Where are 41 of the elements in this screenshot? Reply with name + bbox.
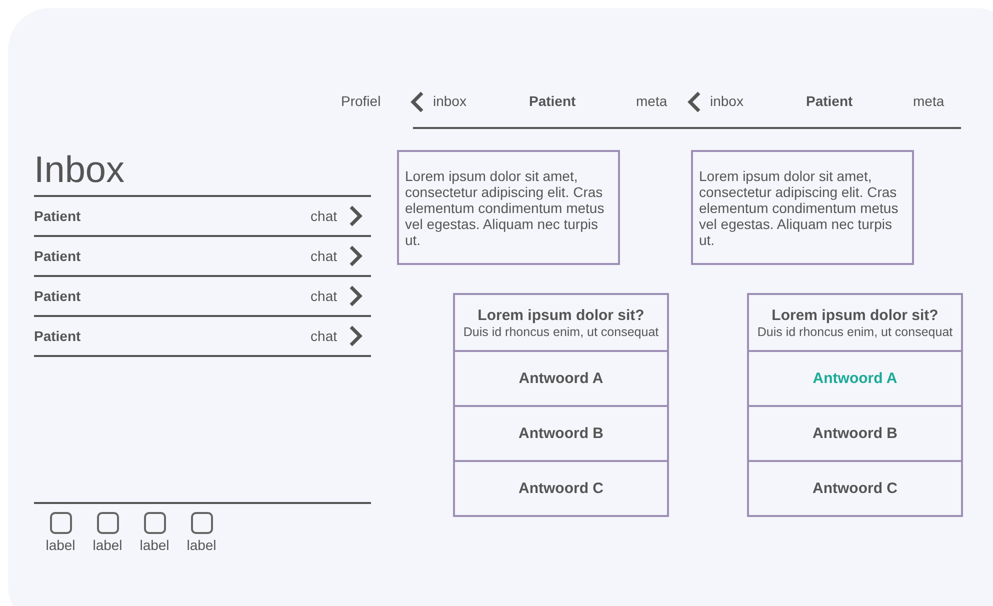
chat-link[interactable]: chat bbox=[310, 248, 337, 264]
chevron-icon[interactable] bbox=[349, 325, 363, 347]
chat-link[interactable]: chat bbox=[310, 328, 337, 344]
answer-option[interactable]: Antwoord B bbox=[455, 407, 667, 462]
back-icon[interactable] bbox=[687, 91, 701, 113]
meta-link[interactable]: meta bbox=[636, 93, 668, 109]
tab-icon[interactable] bbox=[50, 512, 72, 534]
screen-title: Patient bbox=[529, 93, 577, 109]
question-subtitle: Duis id rhoncus enim, ut consequat bbox=[757, 324, 953, 338]
back-link[interactable]: inbox bbox=[433, 93, 529, 109]
chevron-icon[interactable] bbox=[349, 205, 363, 227]
question-subtitle: Duis id rhoncus enim, ut consequat bbox=[463, 324, 659, 338]
patient-name: Patient bbox=[34, 248, 82, 264]
chevron-icon[interactable] bbox=[349, 285, 363, 307]
inbox-title: Inbox bbox=[34, 148, 126, 192]
tab-label[interactable]: label bbox=[186, 537, 216, 553]
chat-link[interactable]: chat bbox=[310, 208, 337, 224]
patient-name: Patient bbox=[34, 288, 82, 304]
tab-label[interactable]: label bbox=[140, 537, 170, 553]
tab-icon[interactable] bbox=[96, 512, 118, 534]
tab-label[interactable]: label bbox=[46, 537, 76, 553]
tab-icon[interactable] bbox=[144, 512, 166, 534]
answer-option[interactable]: Antwoord C bbox=[455, 462, 667, 515]
text-box: Lorem ipsum dolor sit amet, consectetur adipiscing elit. Cras elementum condimentum metus vel egestas. Aliquam nec turpis ut. bbox=[691, 150, 914, 265]
meta-link[interactable]: meta bbox=[913, 93, 944, 109]
tab-label[interactable]: label bbox=[92, 537, 122, 553]
question-title: Lorem ipsum dolor sit? bbox=[478, 306, 644, 324]
patient-name: Patient bbox=[34, 208, 82, 224]
answer-option[interactable]: Antwoord A bbox=[455, 352, 667, 407]
profile-link[interactable]: Profiel bbox=[341, 93, 413, 109]
back-link[interactable]: inbox bbox=[710, 93, 806, 109]
chat-link[interactable]: chat bbox=[310, 288, 337, 304]
screen-title: Patient bbox=[806, 93, 854, 109]
answer-option[interactable]: Antwoord B bbox=[749, 407, 961, 462]
patient-name: Patient bbox=[34, 328, 82, 344]
question-title: Lorem ipsum dolor sit? bbox=[772, 306, 938, 324]
answer-option[interactable]: Antwoord C bbox=[749, 462, 961, 515]
chevron-icon[interactable] bbox=[349, 245, 363, 267]
back-icon[interactable] bbox=[410, 91, 424, 113]
tab-icon[interactable] bbox=[190, 512, 212, 534]
text-box: Lorem ipsum dolor sit amet, consectetur adipiscing elit. Cras elementum condimentum metus vel egestas. Aliquam nec turpis ut. bbox=[397, 150, 620, 265]
